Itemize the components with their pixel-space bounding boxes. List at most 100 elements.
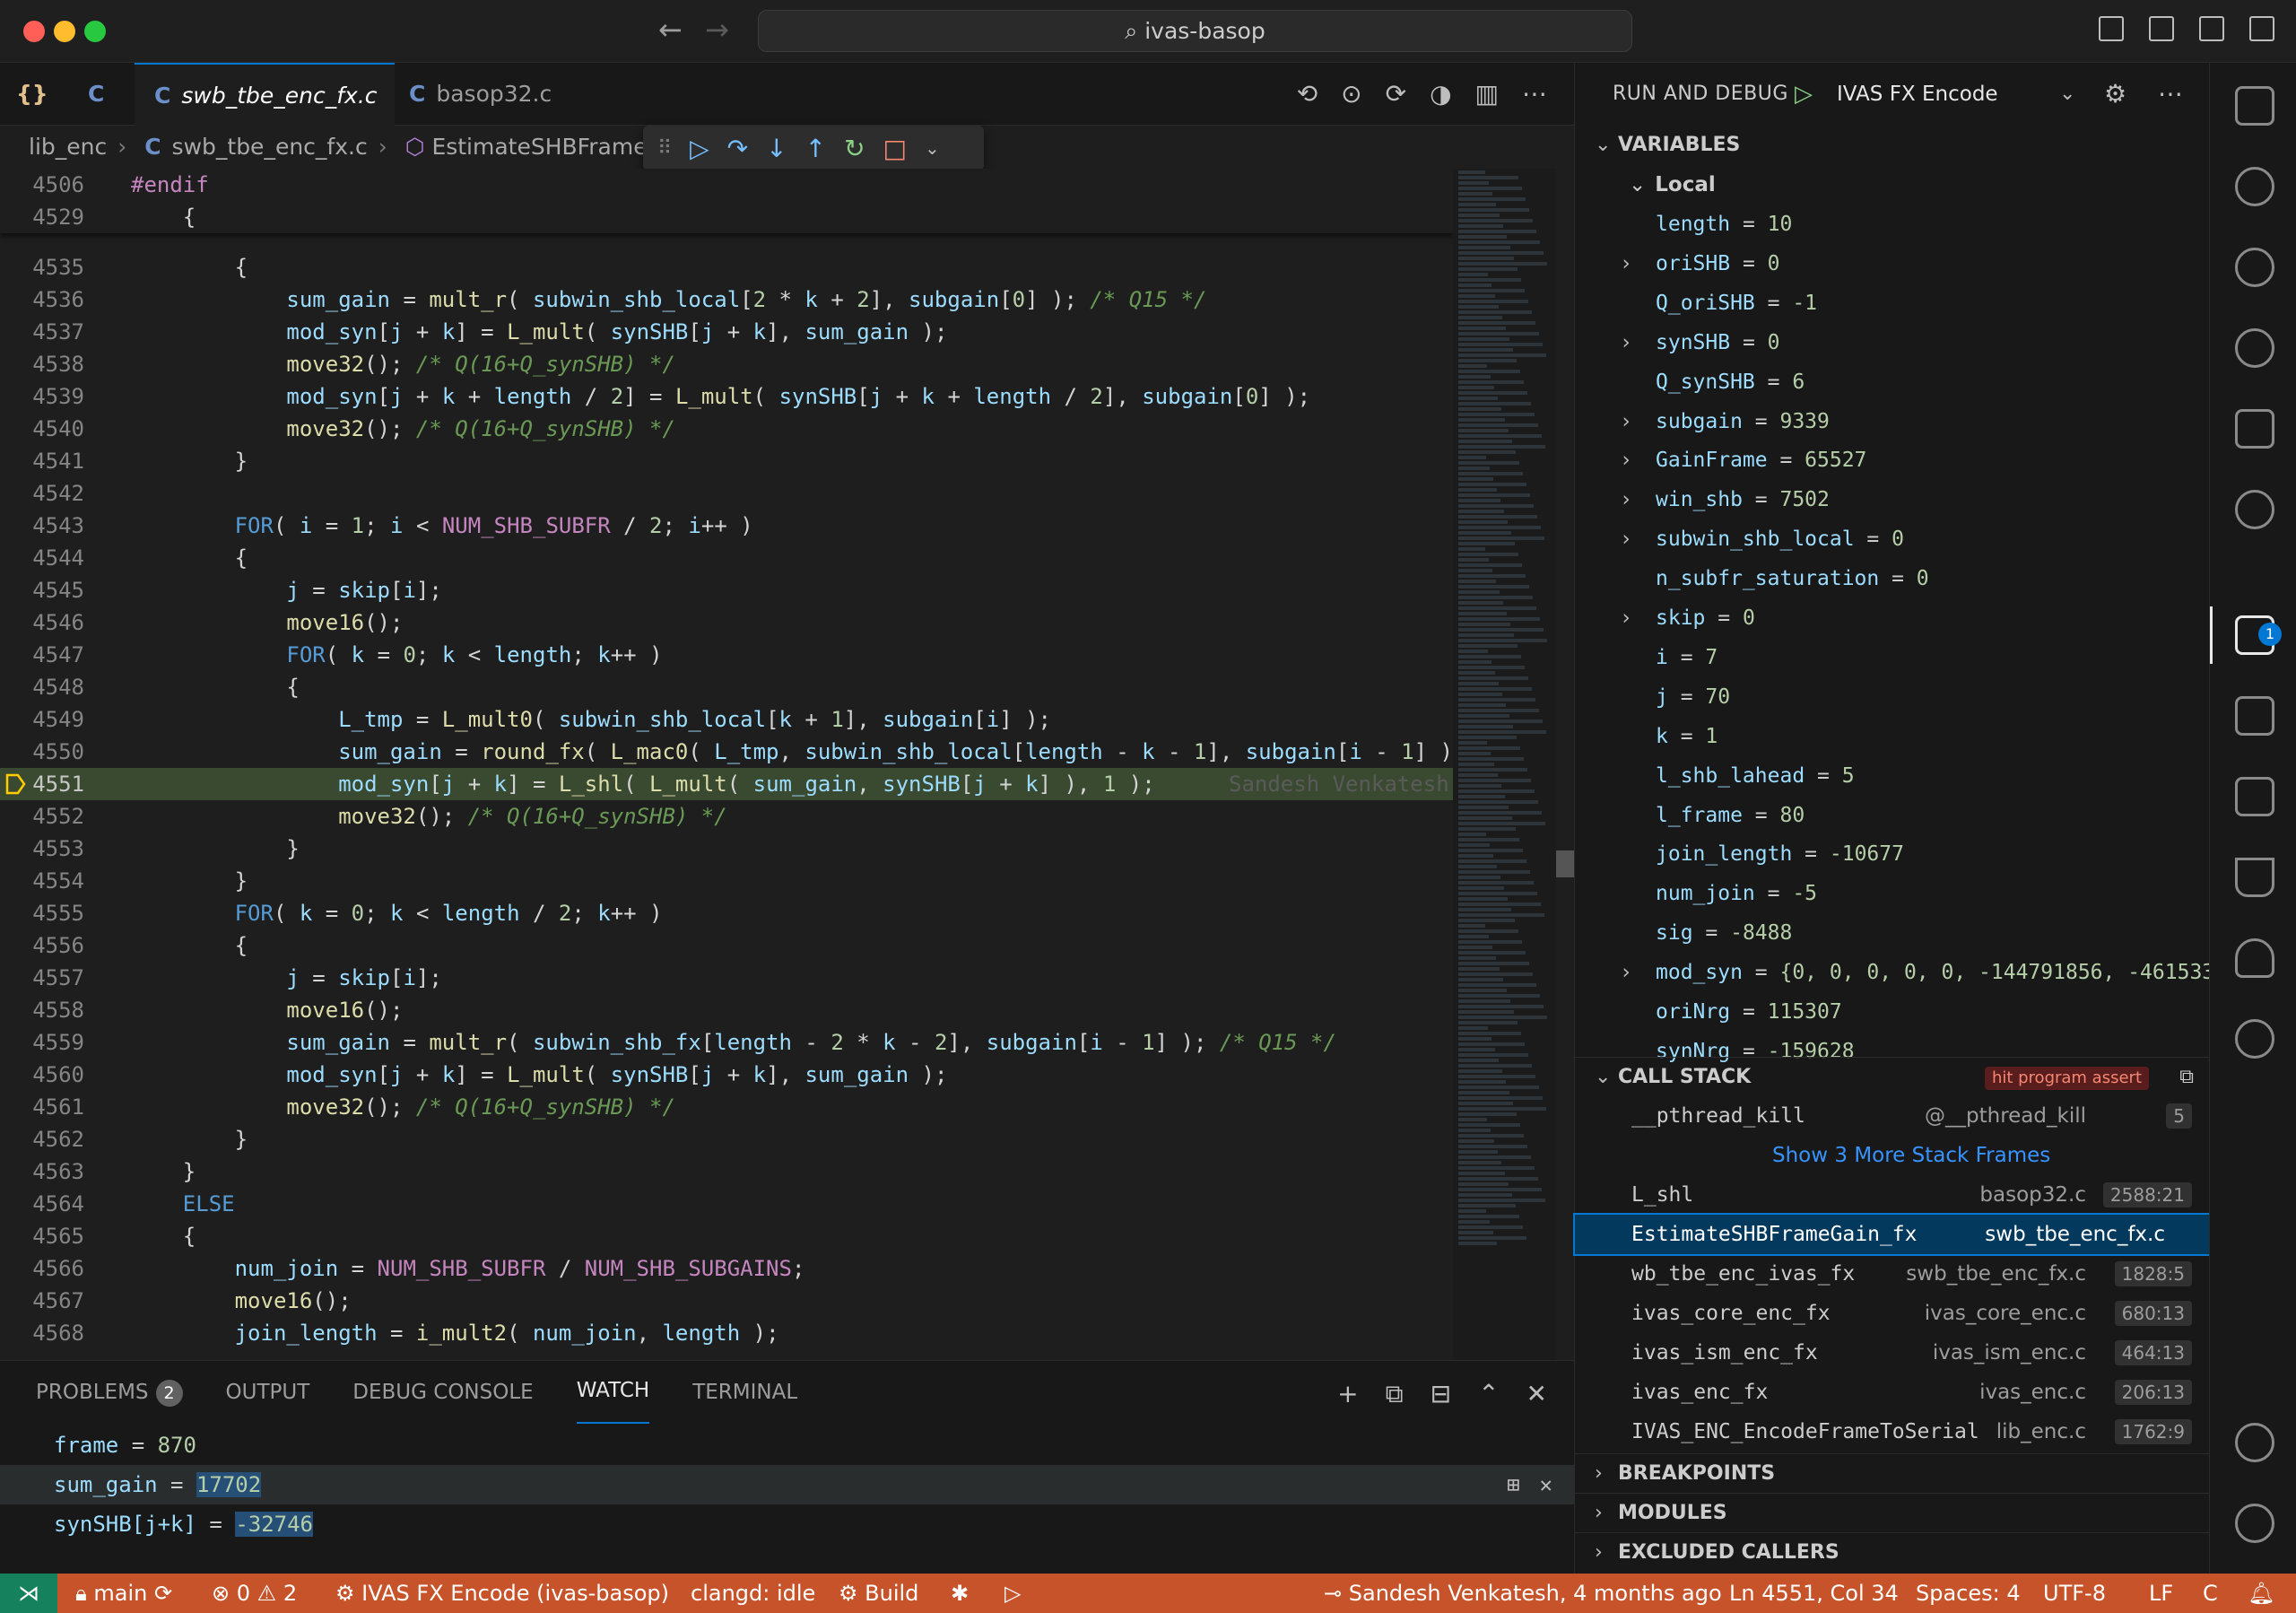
language-mode[interactable]: C [2203,1574,2218,1613]
remote-explorer-icon[interactable] [2235,696,2274,736]
breadcrumb-folder[interactable]: lib_enc [29,134,107,160]
watch-item[interactable]: synSHB[j+k] = -32746 [0,1504,1574,1544]
add-expression-icon[interactable]: + [1337,1379,1358,1409]
copilot-icon[interactable] [2235,1019,2274,1059]
command-center-search[interactable]: ⌕ ivas-basop [758,10,1632,52]
stack-frame[interactable]: L_shl basop32.c 2588:21 [1575,1175,2210,1215]
code-line[interactable]: 4564 ELSE [0,1188,1453,1220]
code-line[interactable]: 4556 { [0,929,1453,962]
code-line[interactable]: 4538 move32(); /* Q(16+Q_synSHB) */ [0,348,1453,380]
code-line[interactable]: 4547 FOR( k = 0; k < length; k++ ) [0,639,1453,671]
tab-problems[interactable]: PROBLEMS 2 [36,1361,183,1424]
code-line[interactable]: 4555 FOR( k = 0; k < length / 2; k++ ) [0,897,1453,929]
line-number[interactable]: 4535 [0,251,84,283]
stop-icon[interactable]: □ [883,134,907,163]
step-out-icon[interactable]: ↑ [805,134,826,163]
stack-frame[interactable]: __pthread_kill @__pthread_kill 5 [1575,1096,2210,1136]
source-control-icon[interactable]: ⊙ [1341,79,1361,109]
open-changes-icon[interactable]: ◑ [1430,79,1451,109]
remote-indicator-icon[interactable]: ⋊ [0,1574,57,1613]
chevron-right-icon[interactable]: › [1620,598,1632,638]
variable-row[interactable]: num_join = -5 [1575,874,2210,913]
split-editor-icon[interactable]: ▥ [1475,79,1499,109]
debug-search-icon[interactable] [2235,328,2274,368]
line-number[interactable]: 4552 [0,800,84,833]
account-icon[interactable] [2235,1423,2274,1462]
line-number[interactable]: 4536 [0,283,84,316]
code-line[interactable]: 4567 move16(); [0,1285,1453,1317]
chevron-right-icon[interactable]: › [1620,953,1632,992]
code-line[interactable]: 4559 sum_gain = mult_r( subwin_shb_fx[le… [0,1026,1453,1059]
code-line[interactable]: 4541 } [0,445,1453,477]
variable-row[interactable]: › synSHB = 0 [1575,323,2210,362]
watch-item[interactable]: frame = 870 [0,1426,1574,1465]
breakpoints-section-header[interactable]: › BREAKPOINTS [1575,1453,2210,1493]
variable-row[interactable]: › oriSHB = 0 [1575,244,2210,283]
variable-row[interactable]: › GainFrame = 65527 [1575,440,2210,480]
line-ending[interactable]: LF [2149,1574,2173,1613]
toggle-primary-sidebar-icon[interactable] [2149,16,2174,41]
code-line[interactable]: 4545 j = skip[i]; [0,574,1453,606]
close-window-button[interactable] [23,21,45,42]
minimize-window-button[interactable] [54,21,75,42]
gear-icon[interactable]: ⚙ [2104,63,2126,126]
close-panel-icon[interactable]: ✕ [1526,1379,1547,1409]
variable-row[interactable]: › win_shb = 7502 [1575,480,2210,519]
code-line[interactable]: 4546 move16(); [0,606,1453,639]
code-line[interactable]: 4537 mod_syn[j + k] = L_mult( synSHB[j +… [0,316,1453,348]
code-line[interactable]: 4562 } [0,1123,1453,1155]
variable-row[interactable]: length = 10 [1575,205,2210,244]
variable-row[interactable]: l_shb_lahead = 5 [1575,756,2210,796]
modules-section-header[interactable]: › MODULES [1575,1493,2210,1532]
line-number[interactable]: 4558 [0,994,84,1026]
variable-row[interactable]: oriNrg = 115307 [1575,992,2210,1032]
outline-icon[interactable] [2235,409,2274,449]
line-number[interactable]: 4548 [0,671,84,703]
toggle-panel-icon[interactable] [2199,16,2224,41]
remote-icon[interactable] [2235,490,2274,529]
tab-c-file[interactable]: C [88,63,104,126]
code-line[interactable]: 4542 [0,477,1453,510]
line-number[interactable]: 4554 [0,865,84,897]
stack-frame[interactable]: IVAS_ENC_EncodeFrameToSerial lib_enc.c 176… [1575,1412,2210,1452]
code-line[interactable]: 4535 { [0,251,1453,283]
code-line[interactable]: 4552 move32(); /* Q(16+Q_synSHB) */ [0,800,1453,833]
back-arrow-icon[interactable]: ← [658,13,683,47]
manage-gear-icon[interactable] [2235,1504,2274,1543]
breadcrumb-file[interactable]: swb_tbe_enc_fx.c [172,134,368,160]
code-line[interactable]: 4554 } [0,865,1453,897]
watch-item[interactable]: sum_gain = 17702 ⊞ ✕ [0,1465,1574,1504]
code-line[interactable]: 4549 L_tmp = L_mult0( subwin_shb_local[k… [0,703,1453,736]
code-line[interactable]: 4540 move32(); /* Q(16+Q_synSHB) */ [0,413,1453,445]
breadcrumb-symbol[interactable]: EstimateSHBFrame [431,134,647,160]
line-number[interactable]: 4553 [0,833,84,865]
remove-expression-icon[interactable]: ✕ [1540,1465,1552,1504]
scrollbar-thumb[interactable] [1556,850,1574,877]
code-line[interactable]: 4536 sum_gain = mult_r( subwin_shb_local… [0,283,1453,316]
gitlab-icon[interactable] [2235,938,2274,978]
code-line[interactable]: 4529 { [0,201,1453,233]
debug-config-indicator[interactable]: ⚙ IVAS FX Encode (ivas-basop) [335,1574,669,1613]
line-number[interactable]: 4547 [0,639,84,671]
stack-frame[interactable]: ivas_ism_enc_fx ivas_ism_enc.c 464:13 [1575,1333,2210,1373]
chevron-down-icon[interactable]: ⌄ [2059,63,2075,126]
line-number[interactable]: 4565 [0,1220,84,1252]
variable-row[interactable]: k = 1 [1575,717,2210,756]
code-line[interactable]: 4548 { [0,671,1453,703]
line-number[interactable]: 4529 [0,201,84,233]
chevron-right-icon[interactable]: › [1620,402,1632,441]
step-into-icon[interactable]: ↓ [766,134,787,163]
line-number[interactable]: 4568 [0,1317,84,1349]
tab-watch[interactable]: WATCH [576,1361,650,1424]
tab-swb-tbe-enc[interactable]: Cswb_tbe_enc_fx.c [135,63,395,126]
maximize-panel-icon[interactable]: ⌃ [1478,1379,1499,1409]
line-number[interactable]: 4545 [0,574,84,606]
variables-section-header[interactable]: ⌄ VARIABLES [1575,126,2210,165]
step-over-icon[interactable]: ↷ [727,134,748,163]
variable-row[interactable]: › subgain = 9339 [1575,402,2210,441]
zoom-window-button[interactable] [84,21,106,42]
code-line[interactable]: 4566 num_join = NUM_SHB_SUBFR / NUM_SHB_… [0,1252,1453,1285]
line-number[interactable]: 4561 [0,1091,84,1123]
code-line[interactable]: 4550 sum_gain = round_fx( L_mac0( L_tmp,… [0,736,1453,768]
line-number[interactable]: 4563 [0,1155,84,1188]
